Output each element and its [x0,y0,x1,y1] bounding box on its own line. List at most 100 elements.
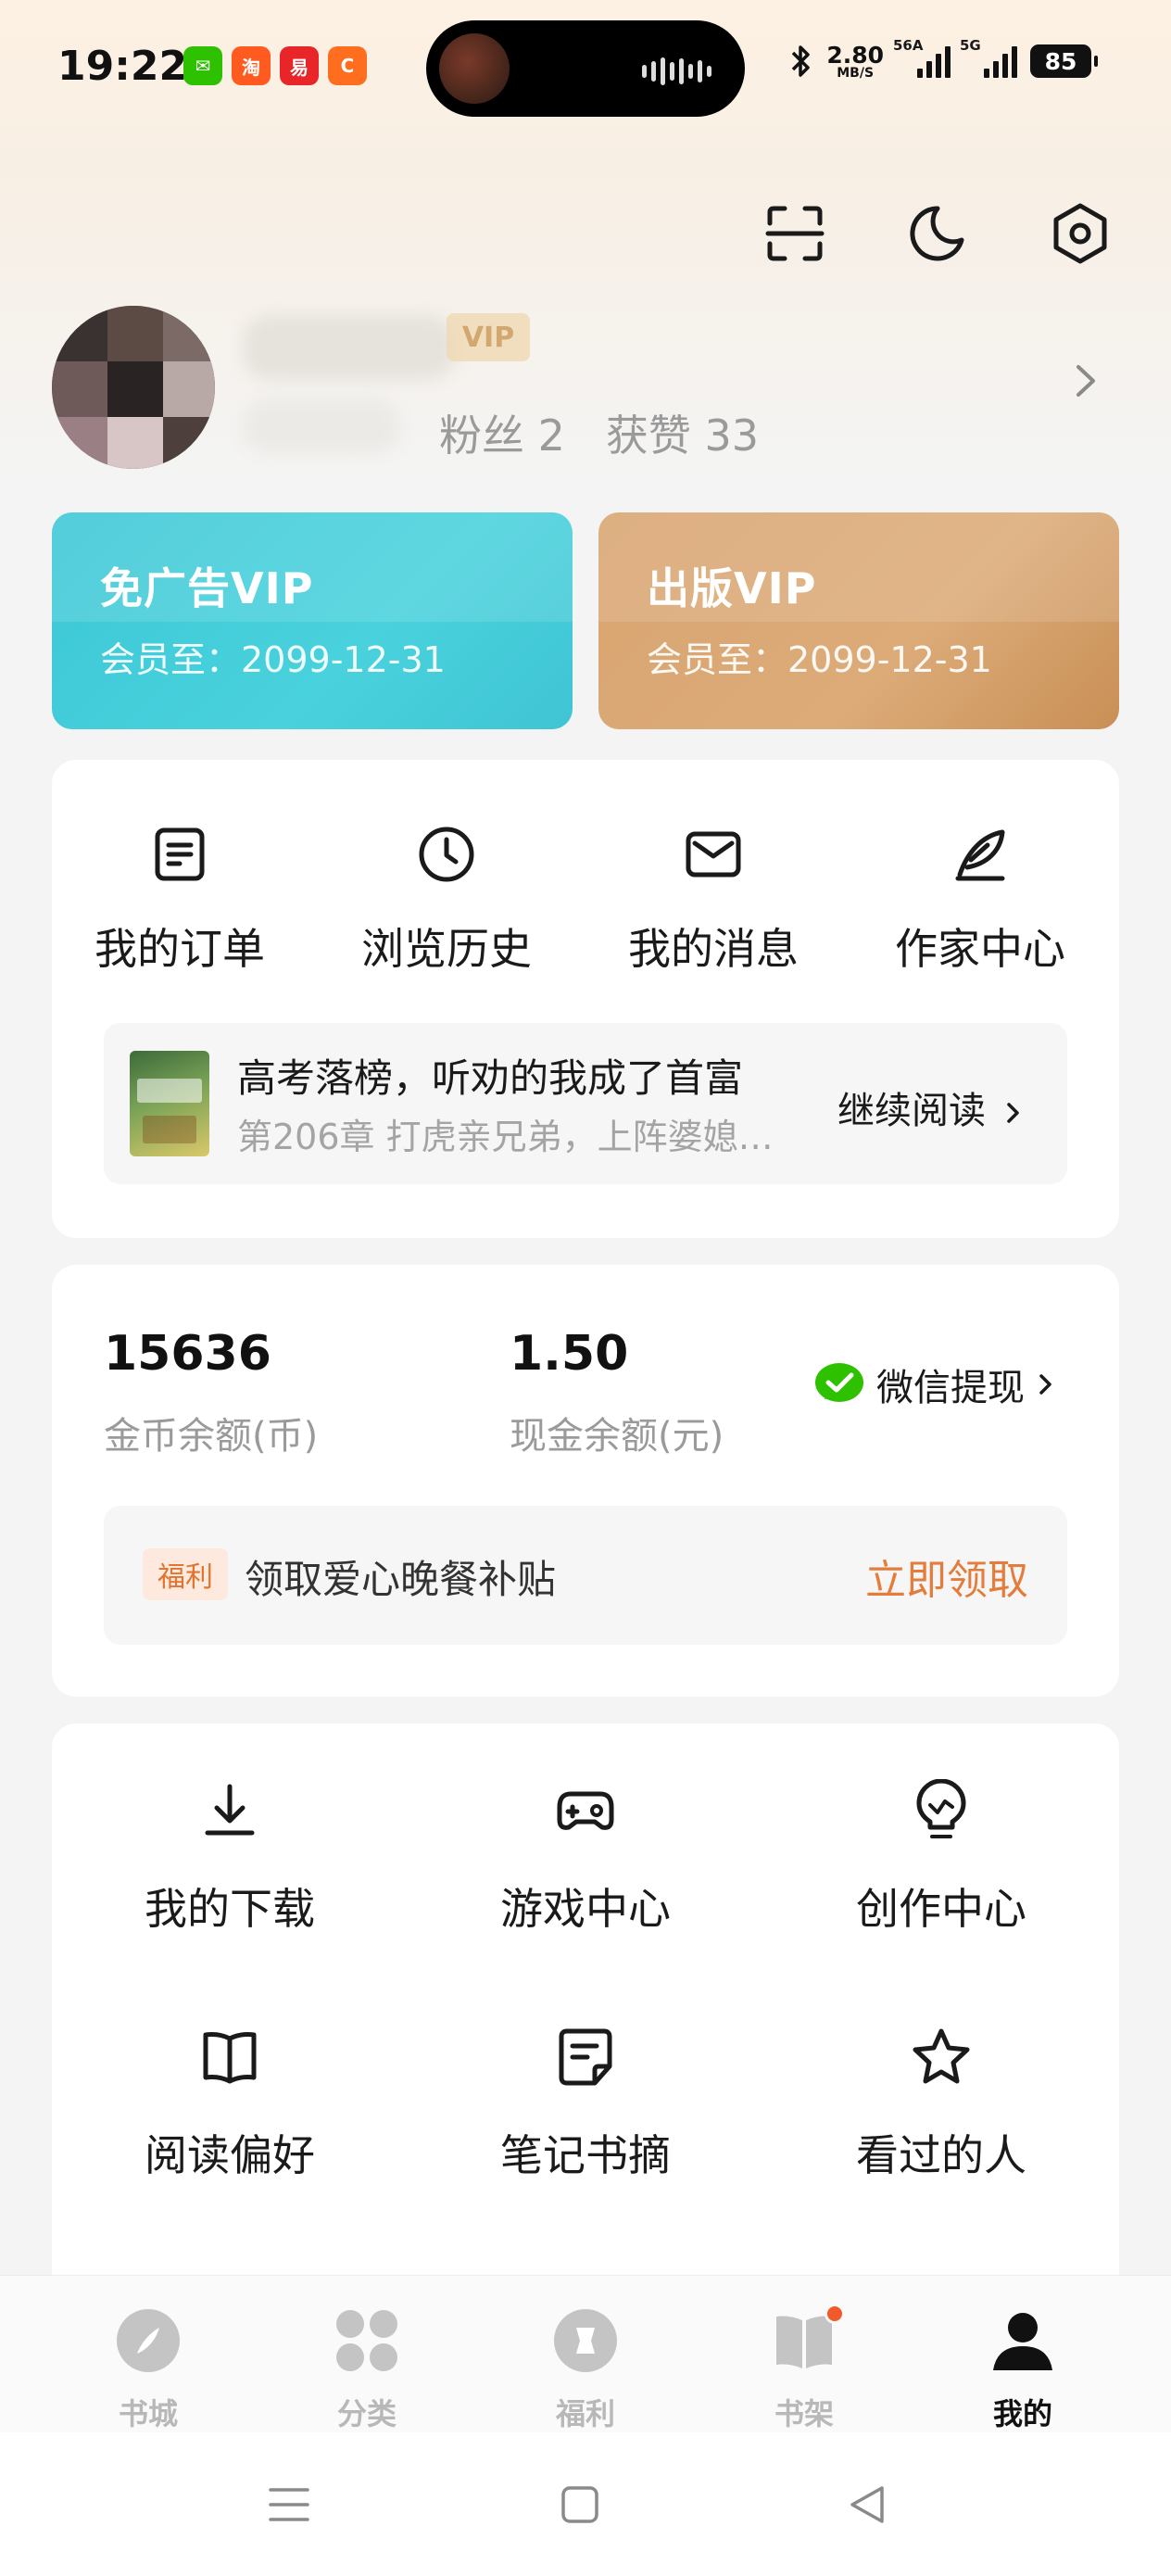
star-icon [913,2028,970,2084]
moon-icon [910,206,964,261]
bookshelf-notification-dot [825,2304,845,2324]
publish-vip-card[interactable]: 出版VIP 会员至：2099-12-31 [598,512,1119,729]
continue-reading-label: 继续阅读 [837,1090,986,1132]
clock-icon [419,827,474,882]
tab-welfare-label: 福利 [555,2396,615,2431]
taobao-app-icon: 淘 [232,46,271,85]
browse-history-label: 浏览历史 [361,924,532,974]
wechat-app-icon: ✉ [183,46,222,85]
tab-mine-label: 我的 [992,2396,1052,2431]
cash-balance-label: 现金余额(元) [510,1415,724,1458]
signal-tag-2: 5G [960,37,981,54]
signal-strength-5g-icon: 5G [960,37,1017,78]
signal-tag-1: 56A [893,37,924,54]
wallet-card: 15636 金币余额(币) 1.50 现金余额(元) 微信提现 福利 领取爱心晚… [52,1265,1119,1697]
ad-free-vip-expire: 会员至：2099-12-31 [100,639,446,680]
welfare-text: 领取爱心晚餐补贴 [245,1557,557,1602]
menu-icon[interactable] [265,2481,313,2529]
tab-bookstore-label: 书城 [118,2396,178,2431]
welfare-tag: 福利 [143,1548,228,1600]
notes-excerpts-label: 笔记书摘 [500,2130,671,2180]
home-icon[interactable] [556,2481,604,2529]
chevron-right-icon [1006,1103,1019,1123]
back-icon[interactable] [843,2481,891,2529]
tools-card: 我的下载 游戏中心 创作中心 阅读偏好 笔记书摘 看过的人 [52,1724,1119,2298]
dynamic-island[interactable] [426,20,745,117]
bluetooth-icon [792,45,811,77]
book-cover-image [130,1051,209,1156]
scan-button[interactable] [760,198,830,269]
coin-balance-label: 金币余额(币) [104,1415,319,1458]
chevron-right-icon [1077,365,1095,397]
status-bar: 19:22 ✉ 淘 易 C 2.80 MB/S 56A 5G 85 [0,0,1171,139]
avatar[interactable] [52,306,215,469]
network-speed-unit: MB/S [837,65,875,81]
creation-center-label: 创作中心 [856,1884,1026,1934]
battery-icon: 85 [1030,44,1098,78]
wechat-withdraw-button[interactable]: 微信提现 [813,1357,1056,1411]
welfare-banner[interactable]: 福利 领取爱心晚餐补贴 立即领取 [104,1506,1067,1645]
book-title: 高考落榜，听劝的我成了首富 [237,1055,744,1101]
publish-vip-title: 出版VIP [647,563,817,613]
tab-bookshelf-label: 书架 [774,2396,834,2431]
fans-count[interactable]: 粉丝 2 [439,402,565,463]
vip-badge: VIP [447,313,530,361]
ad-free-vip-card[interactable]: 免广告VIP 会员至：2099-12-31 [52,512,573,729]
status-time: 19:22 [57,43,188,90]
notification-app-icons: ✉ 淘 易 C [183,46,367,85]
quill-icon [955,829,1005,881]
publish-vip-expire: 会员至：2099-12-31 [647,639,992,680]
my-downloads-button[interactable]: 我的下载 [91,1779,369,1964]
continue-reading-banner[interactable]: 高考落榜，听劝的我成了首富 第206章 打虎亲兄弟，上阵婆媳… 继续阅读 [104,1023,1067,1184]
signal-strength-icon: 56A [893,37,951,78]
bulb-icon [916,1779,966,1838]
my-orders-label: 我的订单 [94,924,265,974]
my-messages-label: 我的消息 [628,924,799,974]
profile-detail-button[interactable] [1067,358,1104,404]
user-icon [993,2313,1052,2370]
bottom-navigation: 书城 分类 福利 书架 我的 [0,2275,1171,2432]
quick-actions-card: 我的订单 浏览历史 我的消息 作家中心 高考落榜，听劝的我成了首富 第206章 … [52,760,1119,1238]
my-downloads-label: 我的下载 [145,1884,315,1934]
visitors-label: 看过的人 [856,2130,1026,2180]
profile-stats: 粉丝 2 获赞 33 [439,402,759,463]
chevron-right-icon [1039,1374,1051,1395]
wechat-icon [815,1363,863,1402]
book-icon [203,2032,257,2084]
now-playing-thumbnail [439,33,510,104]
compass-icon [117,2309,180,2372]
creation-center-button[interactable]: 创作中心 [802,1779,1080,1964]
username-redacted [243,315,456,380]
gamepad-icon [557,1791,614,1830]
mail-icon [686,831,741,878]
night-mode-button[interactable] [901,198,972,269]
settings-button[interactable] [1045,198,1115,269]
notes-excerpts-button[interactable]: 笔记书摘 [447,2026,724,2211]
ad-free-vip-title: 免广告VIP [100,563,314,613]
user-id-redacted [243,398,400,454]
cash-balance[interactable]: 1.50 [510,1326,628,1382]
grid-icon [336,2310,397,2371]
book-chapter: 第206章 打虎亲兄弟，上阵婆媳… [237,1117,774,1157]
campus-app-icon: 易 [280,46,319,85]
note-icon [559,2028,612,2086]
system-navigation-bar [0,2432,1171,2576]
wechat-withdraw-label: 微信提现 [876,1367,1025,1409]
visitors-button[interactable]: 看过的人 [802,2026,1080,2211]
reading-preference-label: 阅读偏好 [145,2130,315,2180]
coin-balance[interactable]: 15636 [104,1326,271,1382]
game-center-label: 游戏中心 [500,1884,671,1934]
scan-icon [765,206,825,261]
continue-reading-button[interactable]: 继续阅读 [837,1080,1024,1134]
likes-count: 获赞 33 [605,410,760,461]
download-icon [205,1784,255,1836]
reading-preference-button[interactable]: 阅读偏好 [91,2026,369,2211]
status-indicators: 2.80 MB/S 56A 5G 85 [789,37,1098,81]
fourthapp-app-icon: C [328,46,367,85]
gift-icon [554,2309,617,2372]
order-icon [155,827,205,881]
claim-now-button[interactable]: 立即领取 [865,1547,1028,1606]
audio-wave-icon [642,57,711,85]
game-center-button[interactable]: 游戏中心 [447,1779,724,1964]
network-speed-value: 2.80 [826,41,884,69]
